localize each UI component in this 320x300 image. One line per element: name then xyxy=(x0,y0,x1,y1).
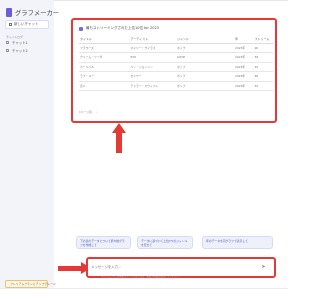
table-cell: ポップ xyxy=(175,62,235,72)
table-pager[interactable]: 1ページ目 › xyxy=(79,110,97,114)
column-header[interactable]: タイトル xyxy=(79,36,130,44)
table-cell: 55 xyxy=(253,81,273,91)
table-header-row: タイトル アーティスト ジャンル 年 ストリーム xyxy=(79,36,273,44)
chat-icon xyxy=(6,49,9,52)
chat-history-label: チャット1 xyxy=(12,41,28,45)
suggestion-chip[interactable]: 年のデータを円グラフで表示して xyxy=(202,236,273,249)
chat-history-item[interactable]: チャット1 xyxy=(6,39,28,46)
page-indicator: 1ページ目 xyxy=(79,110,92,114)
column-header[interactable]: アーティスト xyxy=(129,36,176,44)
sidebar: グラフメーカー 新しいチャット チャットログ チャット1 チャット2 プレミアム… xyxy=(0,0,59,288)
table-row: クリーム・ソーダ EXO K-POP 2023年 58 xyxy=(79,52,273,63)
send-button[interactable]: ➤ xyxy=(259,263,268,271)
suggestion-chip[interactable]: データに基づいて上位3つのジャンルを見せて xyxy=(137,236,193,249)
result-table-panel: 最もストリーミングされた上位10位 for 2023 タイトル アーティスト ジ… xyxy=(71,18,277,123)
upgrade-label: プレミアムプランにアップグレード xyxy=(10,282,56,286)
table-row: ラブ・ユー セイヤー ポップ 2023年 80 xyxy=(79,71,273,82)
table-row: カーニバル ベン・ジョンソン ポップ 2023年 55 xyxy=(79,62,273,72)
annotation-arrow-stem xyxy=(58,266,82,271)
new-chat-label: 新しいチャット xyxy=(14,22,39,26)
table-cell: フラワーズ xyxy=(79,43,130,53)
table-cell: 2023年 xyxy=(234,81,254,91)
brand[interactable]: グラフメーカー xyxy=(6,6,59,18)
suggestion-chip[interactable]: 下の表のデータについて折れ線グラフを作成して xyxy=(76,236,131,249)
chat-main: 最もストリーミングされた上位10位 for 2023 タイトル アーティスト ジ… xyxy=(60,3,288,300)
table-cell: ポップ xyxy=(175,81,235,91)
table-cell: ラブ・ユー xyxy=(79,71,130,82)
table-cell: ポップ xyxy=(175,43,235,53)
annotation-arrow-stem xyxy=(116,132,122,153)
panel-title-text: 最もストリーミングされた上位10位 for 2023 xyxy=(86,26,159,30)
chat-history-label: チャット2 xyxy=(12,49,28,53)
suggestion-text: 下の表のデータについて折れ線グラフを作成して xyxy=(80,239,125,247)
app-window: グラフメーカー 新しいチャット チャットログ チャット1 チャット2 プレミアム… xyxy=(0,0,288,300)
upgrade-button[interactable]: プレミアムプランにアップグレード xyxy=(5,280,56,288)
table-cell: カーニバル xyxy=(79,62,130,72)
message-input[interactable] xyxy=(91,263,241,271)
chevron-right-icon[interactable]: › xyxy=(96,110,97,114)
table-cell: 2023年 xyxy=(234,43,254,53)
table-icon xyxy=(79,26,83,31)
table-cell: 80 xyxy=(253,71,273,82)
data-table: タイトル アーティスト ジャンル 年 ストリーム フラワーズ マイリー・サイラス… xyxy=(79,36,273,91)
panel-title: 最もストリーミングされた上位10位 for 2023 xyxy=(79,26,159,31)
table-cell: 2023年 xyxy=(234,62,254,72)
table-row: フラワーズ マイリー・サイラス ポップ 2023年 90 xyxy=(79,43,273,53)
chat-history-item[interactable]: チャット2 xyxy=(6,47,28,54)
disclaimer-text: グラフメーカーは間違えることがあります。重要な情報を確認してください。 xyxy=(101,276,181,279)
column-header[interactable]: ストリーム xyxy=(253,36,273,44)
table-cell: 2023年 xyxy=(234,71,254,82)
suggestion-text: 年のデータを円グラフで表示して xyxy=(206,239,248,243)
column-header[interactable]: 年 xyxy=(234,36,254,44)
new-chat-button[interactable]: 新しいチャット xyxy=(5,20,49,29)
table-cell: マイリー・サイラス xyxy=(129,43,176,53)
chart-icon xyxy=(6,7,12,17)
table-cell: 58 xyxy=(253,52,273,63)
brand-name: グラフメーカー xyxy=(15,9,60,17)
table-cell: EXO xyxy=(129,52,176,63)
table-cell: 55 xyxy=(253,62,273,72)
suggestion-text: データに基づいて上位3つのジャンルを見せて xyxy=(141,239,188,247)
table-cell: 90 xyxy=(253,43,273,53)
table-cell: 恋人 xyxy=(79,81,130,91)
table-cell: セイヤー xyxy=(129,71,176,82)
table-cell: ベン・ジョンソン xyxy=(129,62,176,72)
column-header[interactable]: ジャンル xyxy=(175,36,235,44)
table-cell: ポップ xyxy=(175,71,235,82)
table-row: 恋人 テイラー・スウィフト ポップ 2023年 55 xyxy=(79,81,273,91)
table-cell: テイラー・スウィフト xyxy=(129,81,176,91)
chat-icon xyxy=(6,41,9,44)
send-icon: ➤ xyxy=(261,263,266,270)
new-chat-icon xyxy=(9,23,12,26)
table-cell: K-POP xyxy=(175,52,235,63)
table-cell: 2023年 xyxy=(234,52,254,63)
table-cell: クリーム・ソーダ xyxy=(79,52,130,63)
